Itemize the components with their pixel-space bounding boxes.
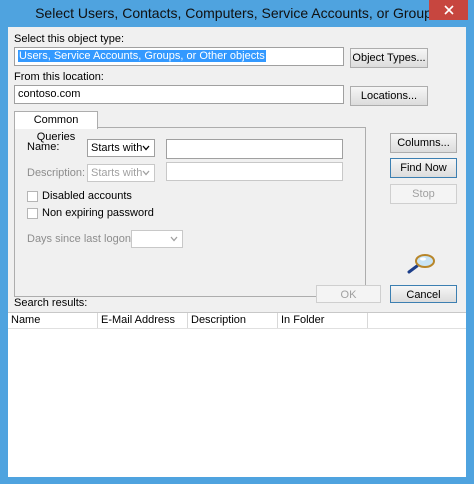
- description-mode-select[interactable]: Starts with: [87, 164, 155, 182]
- description-label: Description:: [27, 167, 86, 179]
- title-bar[interactable]: Select Users, Contacts, Computers, Servi…: [0, 0, 474, 26]
- search-results-list[interactable]: Name E-Mail Address Description In Folde…: [8, 312, 466, 477]
- header-divider: [8, 328, 466, 329]
- dialog-body: Select this object type: Users, Service …: [8, 27, 466, 477]
- window-title: Select Users, Contacts, Computers, Servi…: [35, 5, 439, 21]
- disabled-accounts-label: Disabled accounts: [42, 190, 132, 202]
- chevron-down-icon: [142, 145, 150, 151]
- non-expiring-password-checkbox[interactable]: [27, 208, 38, 219]
- name-mode-value: Starts with: [91, 142, 143, 154]
- disabled-accounts-checkbox[interactable]: [27, 191, 38, 202]
- search-results-label: Search results:: [14, 297, 88, 309]
- description-input[interactable]: [166, 162, 343, 181]
- name-input[interactable]: [166, 139, 343, 159]
- non-expiring-password-label: Non expiring password: [42, 207, 154, 219]
- stop-button[interactable]: Stop: [390, 184, 457, 204]
- close-icon: [443, 5, 454, 15]
- ok-button[interactable]: OK: [316, 285, 381, 303]
- column-header-name[interactable]: Name: [8, 313, 98, 328]
- chevron-down-icon: [170, 236, 178, 242]
- location-label: From this location:: [14, 71, 104, 83]
- column-header-email[interactable]: E-Mail Address: [98, 313, 188, 328]
- object-type-value: Users, Service Accounts, Groups, or Othe…: [18, 50, 266, 62]
- close-button[interactable]: [429, 0, 468, 20]
- tab-join: [15, 126, 97, 129]
- find-now-button[interactable]: Find Now: [390, 158, 457, 178]
- column-header-description[interactable]: Description: [188, 313, 278, 328]
- days-since-logon-select[interactable]: [131, 230, 183, 248]
- cancel-button[interactable]: Cancel: [390, 285, 457, 303]
- description-mode-value: Starts with: [91, 167, 143, 179]
- chevron-down-icon: [142, 170, 150, 176]
- location-field[interactable]: contoso.com: [14, 85, 344, 104]
- common-queries-panel: Name: Starts with Description: Starts wi…: [14, 127, 366, 297]
- object-type-field[interactable]: Users, Service Accounts, Groups, or Othe…: [14, 47, 344, 66]
- columns-button[interactable]: Columns...: [390, 133, 457, 153]
- object-types-button[interactable]: Object Types...: [350, 48, 428, 68]
- column-header-in-folder[interactable]: In Folder: [278, 313, 368, 328]
- object-type-label: Select this object type:: [14, 33, 125, 45]
- name-mode-select[interactable]: Starts with: [87, 139, 155, 157]
- dialog-window: Select Users, Contacts, Computers, Servi…: [0, 0, 474, 484]
- locations-button[interactable]: Locations...: [350, 86, 428, 106]
- magnifier-icon: [407, 254, 435, 274]
- days-since-logon-label: Days since last logon:: [27, 233, 134, 245]
